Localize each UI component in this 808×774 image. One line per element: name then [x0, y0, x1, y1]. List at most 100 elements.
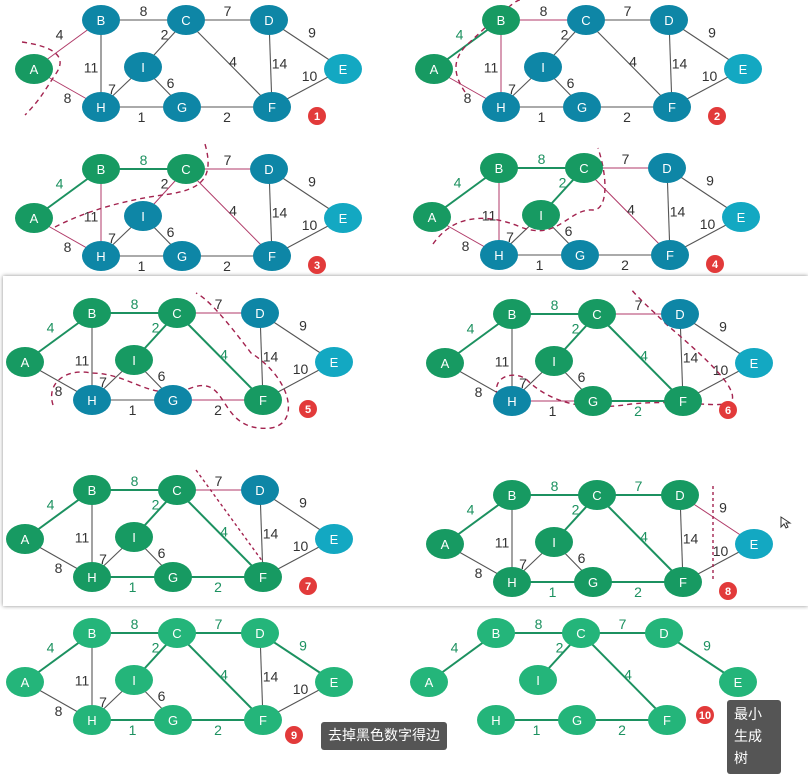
edge-weight-ef: 10 — [293, 681, 309, 697]
edge-weight-de: 9 — [703, 638, 711, 654]
edge-weight-fg: 2 — [214, 402, 222, 418]
node-label-b: B — [88, 626, 97, 641]
edge-weight-cd: 7 — [635, 478, 643, 494]
edge-weight-bc: 8 — [140, 152, 148, 168]
node-label-f: F — [679, 575, 687, 590]
edge-weight-ah: 8 — [475, 565, 483, 581]
edge-weight-de: 9 — [299, 495, 307, 511]
node-label-b: B — [497, 13, 506, 28]
node-label-d: D — [255, 483, 264, 498]
edge-weight-cf: 4 — [640, 529, 648, 545]
cut-line — [495, 288, 734, 408]
node-label-h: H — [491, 713, 500, 728]
node-label-e: E — [330, 675, 339, 690]
edge-weight-ah: 8 — [55, 560, 63, 576]
edge-weight-cf: 4 — [229, 203, 237, 219]
edge-weight-ah: 8 — [64, 90, 72, 106]
edge-weight-gi: 6 — [567, 75, 575, 91]
edge-weight-ci: 2 — [572, 502, 580, 518]
edge-weight-ef: 10 — [713, 543, 729, 559]
edge-weight-gh: 1 — [138, 258, 146, 274]
node-label-b: B — [97, 162, 106, 177]
edge-weight-cf: 4 — [220, 667, 228, 683]
edge-weight-gi: 6 — [158, 368, 166, 384]
edge-weight-fg: 2 — [634, 403, 642, 419]
node-label-f: F — [663, 713, 671, 728]
edge-weight-cd: 7 — [215, 616, 223, 632]
edge-weight-gh: 1 — [129, 579, 137, 595]
node-label-b: B — [88, 483, 97, 498]
edge-weight-cf: 4 — [627, 202, 635, 218]
node-label-i: I — [141, 60, 145, 75]
edge-weight-ab: 4 — [467, 321, 475, 337]
edge-weight-ah: 8 — [64, 239, 72, 255]
edge-weight-ah: 8 — [475, 384, 483, 400]
edge-weight-cd: 7 — [622, 151, 630, 167]
node-label-h: H — [87, 570, 96, 585]
node-label-d: D — [264, 13, 273, 28]
node-label-d: D — [675, 307, 684, 322]
edge-weight-de: 9 — [708, 25, 716, 41]
prim-steps-diagram: 48811724 149102167AB C DEFGHI148811724 14910… — [6, 0, 773, 744]
edge-weight-ab: 4 — [456, 27, 464, 43]
edge-weight-gi: 6 — [167, 224, 175, 240]
node-label-e: E — [330, 532, 339, 547]
edge-weight-bh: 11 — [75, 530, 90, 546]
edge-weight-ef: 10 — [713, 362, 729, 378]
edge-weight-ab: 4 — [47, 320, 55, 336]
edge-weight-fg: 2 — [618, 722, 626, 738]
node-label-e: E — [734, 675, 743, 690]
node-label-g: G — [577, 100, 587, 115]
edge-weight-bc: 8 — [131, 296, 139, 312]
edge-weight-fg: 2 — [214, 579, 222, 595]
step-badge-number: 9 — [291, 730, 297, 742]
node-label-c: C — [181, 13, 190, 28]
panel-step-8: 48811724 149102167AB C DEFGHI8 — [426, 478, 773, 600]
edge-weight-ef: 10 — [302, 217, 318, 233]
node-label-g: G — [572, 713, 582, 728]
edge-weight-ci: 2 — [572, 321, 580, 337]
edge-weight-gi: 6 — [565, 223, 573, 239]
node-label-h: H — [507, 394, 516, 409]
edge-weight-cd: 7 — [224, 152, 232, 168]
edge-weight-bh: 11 — [84, 60, 99, 76]
node-label-i: I — [132, 353, 136, 368]
edge-weight-de: 9 — [308, 25, 316, 41]
node-label-b: B — [508, 307, 517, 322]
node-label-f: F — [259, 570, 267, 585]
edge-weight-df: 14 — [263, 669, 279, 685]
node-label-d: D — [264, 162, 273, 177]
node-label-d: D — [255, 306, 264, 321]
edge-weight-cd: 7 — [224, 3, 232, 19]
node-label-g: G — [168, 570, 178, 585]
node-label-b: B — [495, 161, 504, 176]
edge-weight-gi: 6 — [578, 369, 586, 385]
node-label-b: B — [492, 626, 501, 641]
edge-weight-bc: 8 — [535, 616, 543, 632]
panel-step-10: 4 8 7 2 4 9 2 1 A B C D E F G H I 10 — [410, 616, 757, 738]
edge-weight-ef: 10 — [302, 68, 318, 84]
step-badge-number: 2 — [714, 111, 720, 123]
edge-weight-fg: 2 — [623, 109, 631, 125]
edge-weight-gi: 6 — [578, 550, 586, 566]
node-label-f: F — [668, 100, 676, 115]
edge-weight-fg: 2 — [223, 109, 231, 125]
edge-weight-cf: 4 — [229, 54, 237, 70]
node-label-i: I — [552, 535, 556, 550]
node-label-d: D — [664, 13, 673, 28]
node-label-i: I — [141, 209, 145, 224]
edge-weight-bc: 8 — [551, 297, 559, 313]
edge-weight-ci: 2 — [559, 175, 567, 191]
edge-weight-ab: 4 — [56, 27, 64, 43]
edge-weight-de: 9 — [719, 319, 727, 335]
edge-weight-ah: 8 — [55, 383, 63, 399]
node-label-c: C — [592, 307, 601, 322]
edge-weight-df: 14 — [670, 204, 686, 220]
edge-weight-ci: 2 — [161, 176, 169, 192]
step-badge-number: 7 — [305, 581, 311, 593]
step-badge-number: 8 — [725, 586, 731, 598]
node-label-i: I — [132, 530, 136, 545]
node-label-b: B — [97, 13, 106, 28]
step9-tooltip: 去掉黑色数字得边 — [321, 722, 447, 750]
edge-weight-de: 9 — [299, 318, 307, 334]
